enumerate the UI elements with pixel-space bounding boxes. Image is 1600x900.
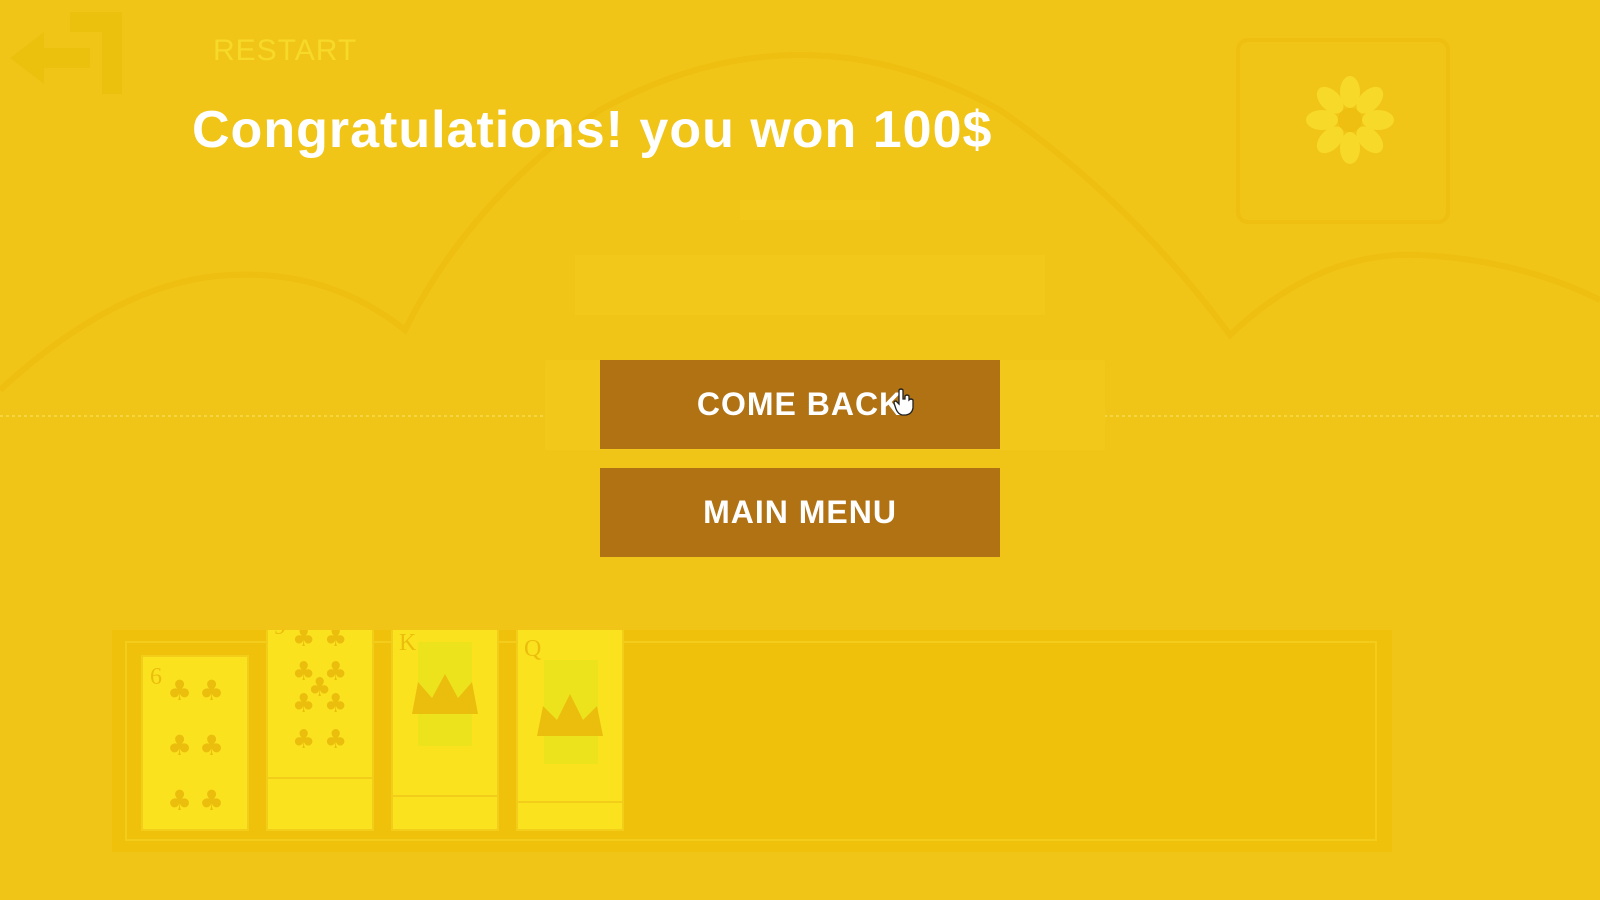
card-rank: Q [524, 636, 541, 662]
svg-text:♣: ♣ [199, 674, 224, 707]
card-rank: 9 [274, 630, 286, 640]
gear-icon[interactable] [1300, 70, 1400, 170]
svg-text:♣: ♣ [167, 674, 192, 707]
svg-text:♣: ♣ [167, 729, 192, 762]
playing-card: K [391, 630, 499, 831]
svg-text:♣: ♣ [324, 630, 347, 653]
svg-text:♣: ♣ [199, 729, 224, 762]
win-message: Congratulations! you won 100$ [192, 101, 993, 159]
svg-text:♣: ♣ [292, 630, 315, 653]
svg-text:♣: ♣ [167, 784, 192, 817]
card-rank: 6 [150, 664, 162, 690]
card-table: 6 ♣♣ ♣♣ ♣♣ 9 ♣♣ ♣♣ ♣ ♣♣ ♣♣ K Q [112, 630, 1392, 852]
playing-card: Q [516, 630, 624, 831]
come-back-button[interactable]: COME BACK [600, 360, 1000, 449]
svg-text:♣: ♣ [199, 784, 224, 817]
card-rank: K [399, 630, 417, 656]
restart-button[interactable]: RESTART [213, 34, 357, 68]
main-menu-button[interactable]: MAIN MENU [600, 468, 1000, 557]
svg-text:♣: ♣ [292, 689, 315, 719]
svg-text:♣: ♣ [292, 725, 315, 755]
hand-pointer-icon [893, 388, 914, 416]
playing-card: 9 ♣♣ ♣♣ ♣ ♣♣ ♣♣ [266, 630, 374, 831]
svg-text:♣: ♣ [324, 725, 347, 755]
back-arrow-icon[interactable] [10, 10, 130, 100]
svg-text:♣: ♣ [324, 689, 347, 719]
playing-card: 6 ♣ ♣ ♣ ♣ ♣ ♣ [141, 655, 249, 831]
